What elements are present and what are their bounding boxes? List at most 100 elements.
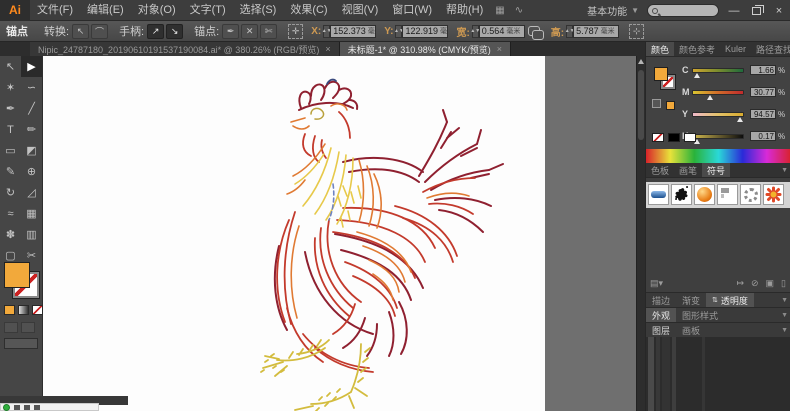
tab-graphic-styles[interactable]: 图形样式	[676, 309, 724, 322]
black-slider[interactable]	[692, 134, 744, 139]
draw-normal-icon[interactable]	[4, 322, 18, 333]
vertical-scrollbar[interactable]	[636, 56, 645, 411]
y-field[interactable]: 122.919 毫米	[402, 25, 448, 38]
tab-color[interactable]: 颜色	[646, 42, 674, 56]
color-mode-button[interactable]	[4, 305, 15, 315]
magenta-value-field[interactable]: 30.77	[750, 87, 776, 97]
tool-mesh[interactable]: ▦	[21, 203, 42, 224]
tab-kuler[interactable]: Kuler	[720, 42, 751, 56]
x-field[interactable]: 152.373 毫米	[330, 25, 376, 38]
cs-live-icon[interactable]: ∿	[510, 5, 528, 16]
fill-proxy-swatch[interactable]	[654, 67, 668, 81]
white-swatch[interactable]	[684, 133, 696, 142]
tab-pathfinder[interactable]: 路径查找器	[751, 42, 790, 56]
slider-handle[interactable]	[707, 95, 713, 100]
document-tab-2[interactable]: 未标题-1* @ 310.98% (CMYK/预览) ×	[340, 42, 511, 56]
symbol-wreath-ring[interactable]	[740, 184, 761, 205]
y-stepper[interactable]: ▲▼	[395, 25, 402, 38]
none-swatch[interactable]	[652, 133, 664, 142]
symbol-flag-corner[interactable]	[717, 184, 738, 205]
tool-lasso[interactable]: ∽	[21, 77, 42, 98]
restore-button[interactable]	[752, 7, 761, 15]
tool-rotate[interactable]: ↻	[0, 182, 21, 203]
black-swatch[interactable]	[668, 133, 680, 142]
menu-object[interactable]: 对象(O)	[131, 0, 183, 21]
menu-file[interactable]: 文件(F)	[30, 0, 80, 21]
scrollbar-thumb[interactable]	[638, 70, 644, 140]
symbol-blue-bar[interactable]	[648, 184, 669, 205]
magenta-slider[interactable]	[692, 90, 744, 95]
tool-paintbrush[interactable]: ✎	[0, 161, 21, 182]
tab-color-guide[interactable]: 颜色参考	[674, 42, 720, 56]
tool-magic-wand[interactable]: ✶	[0, 77, 21, 98]
panel-menu-icon[interactable]: ▼	[781, 163, 790, 177]
tool-eraser[interactable]: ◩	[21, 140, 42, 161]
tab-transparency[interactable]: ⇅ 透明度	[706, 293, 754, 307]
fill-color-swatch[interactable]	[4, 262, 30, 288]
width-field[interactable]: 0.564 毫米	[479, 25, 525, 38]
document-tab-1[interactable]: Nipic_24787180_20190610191537190084.ai* …	[30, 42, 340, 56]
tool-width[interactable]: ≈	[0, 203, 21, 224]
symbol-ink-splatter[interactable]	[671, 184, 692, 205]
width-stepper[interactable]: ▲▼	[472, 25, 479, 38]
menu-help[interactable]: 帮助(H)	[439, 0, 490, 21]
menu-type[interactable]: 文字(T)	[183, 0, 233, 21]
connect-anchor-icon[interactable]: ✕	[241, 24, 258, 39]
close-button[interactable]: ×	[772, 5, 786, 17]
out-of-gamut-icon[interactable]	[652, 99, 661, 108]
menu-effect[interactable]: 效果(C)	[283, 0, 334, 21]
transform-panel-icon[interactable]: ⊹	[629, 24, 644, 39]
tool-type[interactable]: T	[0, 119, 21, 140]
tab-swatches[interactable]: 色板	[646, 163, 674, 177]
place-symbol-icon[interactable]: ↦	[736, 278, 744, 289]
minimize-button[interactable]: —	[727, 5, 741, 17]
tab-brushes[interactable]: 画笔	[674, 163, 702, 177]
tab-appearance[interactable]: 外观	[646, 308, 676, 322]
tool-selection[interactable]: ↖	[0, 56, 21, 77]
hide-handles-icon[interactable]: ↘	[166, 24, 183, 39]
tab-artboards[interactable]: 画板	[676, 324, 706, 337]
tool-direct-selection[interactable]: ▶	[21, 56, 42, 77]
last-color-swatch[interactable]	[666, 101, 675, 110]
symbol-library-menu-icon[interactable]: ▤▾	[650, 278, 663, 289]
green-app-icon[interactable]	[3, 404, 10, 411]
screen-mode-button[interactable]	[4, 338, 38, 349]
tool-shape-builder[interactable]: ⊕	[21, 161, 42, 182]
remove-anchor-icon[interactable]: ✒	[222, 24, 239, 39]
menu-view[interactable]: 视图(V)	[335, 0, 386, 21]
delete-symbol-icon[interactable]: ▯	[781, 278, 786, 289]
workspace-switcher[interactable]: 基本功能 ▼	[587, 3, 639, 18]
tool-column-graph[interactable]: ▥	[21, 224, 42, 245]
yellow-value-field[interactable]: 94.57	[750, 109, 776, 119]
arrange-documents-icon[interactable]: ▦	[490, 5, 509, 16]
convert-to-smooth-icon[interactable]: ⌒	[91, 24, 108, 39]
close-icon[interactable]: ×	[497, 44, 502, 54]
tab-gradient[interactable]: 渐变	[676, 294, 706, 307]
gradient-mode-button[interactable]	[18, 305, 29, 315]
layers-panel-content[interactable]	[646, 337, 790, 411]
cut-path-icon[interactable]: ✄	[260, 24, 277, 39]
tool-line-segment[interactable]: ╱	[21, 98, 42, 119]
panel-menu-icon[interactable]: ▼	[781, 297, 790, 304]
symbol-red-flower[interactable]	[763, 184, 784, 205]
symbol-orange-sphere[interactable]	[694, 184, 715, 205]
cyan-value-field[interactable]: 1.66	[750, 65, 776, 75]
tool-pen[interactable]: ✒	[0, 98, 21, 119]
search-input[interactable]	[647, 4, 719, 17]
tab-symbols[interactable]: 符号	[702, 163, 730, 177]
close-icon[interactable]: ×	[325, 44, 330, 54]
tool-rectangle[interactable]: ▭	[0, 140, 21, 161]
convert-to-corner-icon[interactable]: ↖	[72, 24, 89, 39]
slider-handle[interactable]	[737, 117, 743, 122]
tab-layers[interactable]: 图层	[646, 324, 676, 337]
menu-select[interactable]: 选择(S)	[233, 0, 284, 21]
slider-handle[interactable]	[694, 73, 700, 78]
tab-stroke[interactable]: 描边	[646, 294, 676, 307]
new-symbol-icon[interactable]: ▣	[766, 278, 775, 289]
menu-window[interactable]: 窗口(W)	[385, 0, 439, 21]
x-stepper[interactable]: ▲▼	[323, 25, 330, 38]
isolate-selection-icon[interactable]: ✛	[288, 24, 303, 39]
menu-edit[interactable]: 编辑(E)	[80, 0, 131, 21]
color-spectrum-bar[interactable]	[646, 149, 790, 163]
show-handles-icon[interactable]: ↗	[147, 24, 164, 39]
